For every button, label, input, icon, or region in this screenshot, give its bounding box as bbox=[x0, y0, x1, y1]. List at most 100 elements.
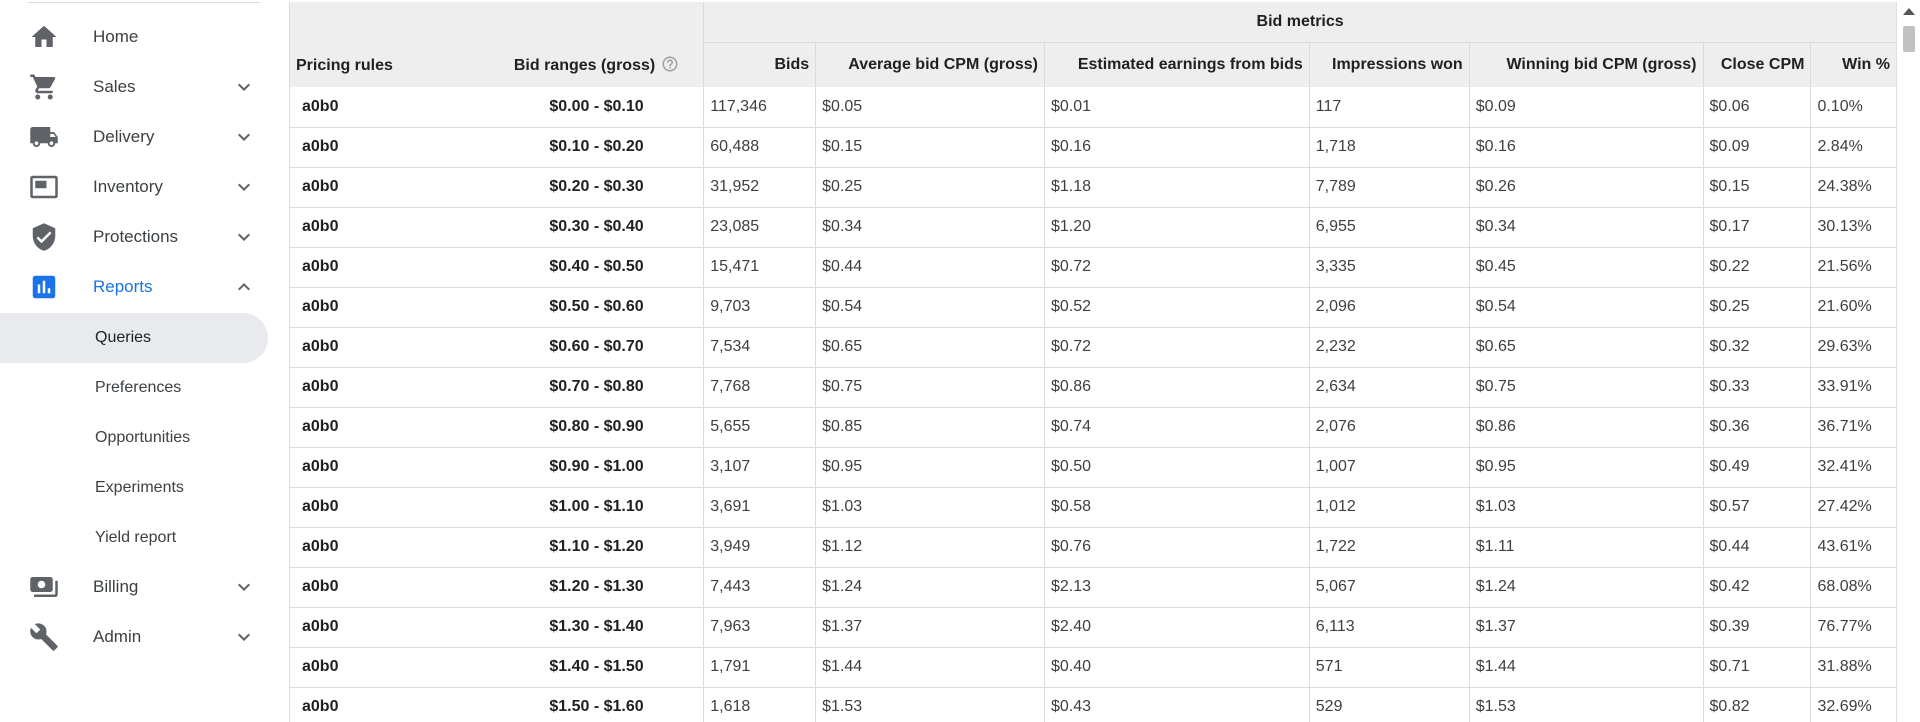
chevron-up-icon[interactable] bbox=[232, 275, 256, 299]
est-earnings-cell: $2.40 bbox=[1043, 607, 1310, 648]
winning-bid-cpm-cell: $1.44 bbox=[1468, 647, 1704, 688]
bids-cell: 60,488 bbox=[703, 127, 816, 168]
bid-ranges-header[interactable]: Bid ranges (gross) bbox=[489, 2, 705, 87]
impressions-won-cell: 2,076 bbox=[1308, 407, 1470, 448]
winning-bid-cpm-cell: $0.09 bbox=[1468, 87, 1704, 128]
est-earnings-cell: $0.43 bbox=[1043, 687, 1310, 722]
bids-cell: 7,443 bbox=[703, 567, 816, 608]
est-earnings-cell: $2.13 bbox=[1043, 567, 1310, 608]
win-pct-cell: 43.61% bbox=[1810, 527, 1896, 568]
close-cpm-cell: $0.09 bbox=[1702, 127, 1811, 168]
pricing-rule-cell: a0b0 bbox=[290, 127, 490, 168]
win-pct-cell: 30.13% bbox=[1810, 207, 1896, 248]
sidebar-item-label: Protections bbox=[93, 227, 179, 246]
sidebar-item-label: Admin bbox=[93, 627, 142, 646]
sidebar-item-home[interactable]: Home bbox=[0, 15, 268, 59]
bid-range-cell: $0.20 - $0.30 bbox=[489, 167, 705, 208]
chevron-down-icon[interactable] bbox=[232, 625, 256, 649]
bids-cell: 1,791 bbox=[703, 647, 816, 688]
bid-metrics-table: Pricing rules Bid ranges (gross) Bid met… bbox=[290, 2, 1896, 722]
billing-icon bbox=[28, 571, 60, 603]
avg-bid-cpm-cell: $0.44 bbox=[815, 247, 1045, 288]
bid-range-cell: $0.60 - $0.70 bbox=[489, 327, 705, 368]
sidebar-item-protections[interactable]: Protections bbox=[0, 215, 268, 259]
bid-range-cell: $0.50 - $0.60 bbox=[489, 287, 705, 328]
table-row: a0b0 $0.50 - $0.60 9,703 $0.54 $0.52 2,096 $0.… bbox=[290, 287, 1896, 328]
sidebar-item-billing[interactable]: Billing bbox=[0, 565, 268, 609]
impressions-won-cell: 3,335 bbox=[1308, 247, 1470, 288]
bids-cell: 9,703 bbox=[703, 287, 816, 328]
impressions-won-cell: 117 bbox=[1308, 87, 1470, 128]
chevron-down-icon[interactable] bbox=[232, 225, 256, 249]
avg-bid-cpm-cell: $0.95 bbox=[815, 447, 1045, 488]
home-icon bbox=[28, 21, 60, 53]
bids-cell: 23,085 bbox=[703, 207, 816, 248]
avg-bid-cpm-cell: $1.24 bbox=[815, 567, 1045, 608]
impressions-won-cell: 2,634 bbox=[1308, 367, 1470, 408]
avg-bid-cpm-cell: $1.03 bbox=[815, 487, 1045, 528]
scrollbar-thumb[interactable] bbox=[1903, 26, 1915, 52]
sidebar-item-admin[interactable]: Admin bbox=[0, 615, 268, 659]
winning-bid-cpm-header[interactable]: Winning bid CPM (gross) bbox=[1468, 42, 1704, 87]
winning-bid-cpm-header-label: Winning bid CPM (gross) bbox=[1506, 55, 1697, 73]
chevron-down-icon[interactable] bbox=[232, 175, 256, 199]
avg-bid-cpm-cell: $0.05 bbox=[815, 87, 1045, 128]
bid-range-cell: $0.80 - $0.90 bbox=[489, 407, 705, 448]
sidebar-item-sales[interactable]: Sales bbox=[0, 65, 268, 109]
impressions-won-header[interactable]: Impressions won bbox=[1308, 42, 1470, 87]
vertical-scrollbar[interactable] bbox=[1896, 2, 1920, 722]
win-pct-cell: 21.56% bbox=[1810, 247, 1896, 288]
win-pct-cell: 27.42% bbox=[1810, 487, 1896, 528]
win-pct-cell: 31.88% bbox=[1810, 647, 1896, 688]
sidebar-item-label: Inventory bbox=[93, 177, 163, 196]
avg-bid-cpm-cell: $0.25 bbox=[815, 167, 1045, 208]
chevron-down-icon[interactable] bbox=[232, 575, 256, 599]
impressions-won-cell: 2,232 bbox=[1308, 327, 1470, 368]
sidebar-item-label: Billing bbox=[93, 577, 139, 596]
cart-icon bbox=[28, 71, 60, 103]
chevron-down-icon[interactable] bbox=[232, 125, 256, 149]
chevron-down-icon[interactable] bbox=[232, 75, 256, 99]
sidebar-item-inventory[interactable]: Inventory bbox=[0, 165, 268, 209]
pricing-rule-cell: a0b0 bbox=[290, 607, 490, 648]
est-earnings-cell: $0.52 bbox=[1043, 287, 1310, 328]
winning-bid-cpm-cell: $0.26 bbox=[1468, 167, 1704, 208]
sidebar-subitem-opportunities[interactable]: Opportunities bbox=[0, 413, 268, 463]
table-row: a0b0 $0.30 - $0.40 23,085 $0.34 $1.20 6,955 $0… bbox=[290, 207, 1896, 248]
sidebar-subitem-yield-report[interactable]: Yield report bbox=[0, 513, 268, 563]
bid-range-cell: $1.20 - $1.30 bbox=[489, 567, 705, 608]
help-icon[interactable] bbox=[661, 55, 679, 73]
close-cpm-cell: $0.44 bbox=[1702, 527, 1811, 568]
bids-header[interactable]: Bids bbox=[703, 42, 816, 87]
sidebar-subitem-experiments[interactable]: Experiments bbox=[0, 463, 268, 513]
sidebar-item-reports[interactable]: Reports bbox=[0, 265, 268, 309]
avg-bid-cpm-cell: $0.54 bbox=[815, 287, 1045, 328]
sidebar-item-delivery[interactable]: Delivery bbox=[0, 115, 268, 159]
est-earnings-cell: $0.86 bbox=[1043, 367, 1310, 408]
table-row: a0b0 $0.80 - $0.90 5,655 $0.85 $0.74 2,076 $0.… bbox=[290, 407, 1896, 448]
pricing-rule-cell: a0b0 bbox=[290, 447, 490, 488]
pricing-rules-header[interactable]: Pricing rules bbox=[290, 2, 490, 87]
sidebar-subitem-label: Queries bbox=[95, 329, 152, 346]
table-row: a0b0 $0.40 - $0.50 15,471 $0.44 $0.72 3,335 $0… bbox=[290, 247, 1896, 288]
close-cpm-header[interactable]: Close CPM bbox=[1702, 42, 1811, 87]
scroll-up-icon[interactable] bbox=[1903, 8, 1915, 15]
truck-icon bbox=[28, 121, 60, 153]
winning-bid-cpm-cell: $0.45 bbox=[1468, 247, 1704, 288]
est-earnings-cell: $1.18 bbox=[1043, 167, 1310, 208]
est-earnings-cell: $0.72 bbox=[1043, 247, 1310, 288]
win-pct-header[interactable]: Win % bbox=[1810, 42, 1896, 87]
pricing-rule-cell: a0b0 bbox=[290, 687, 490, 722]
table-row: a0b0 $0.00 - $0.10 117,346 $0.05 $0.01 117 $0.… bbox=[290, 87, 1896, 128]
winning-bid-cpm-cell: $1.11 bbox=[1468, 527, 1704, 568]
winning-bid-cpm-cell: $0.65 bbox=[1468, 327, 1704, 368]
sidebar-subitem-preferences[interactable]: Preferences bbox=[0, 363, 268, 413]
est-earnings-cell: $1.20 bbox=[1043, 207, 1310, 248]
bids-cell: 7,963 bbox=[703, 607, 816, 648]
table-row: a0b0 $0.60 - $0.70 7,534 $0.65 $0.72 2,232 $0.… bbox=[290, 327, 1896, 368]
wrench-icon bbox=[28, 621, 60, 653]
sidebar-subitem-queries[interactable]: Queries bbox=[0, 313, 268, 363]
est-earnings-header[interactable]: Estimated earnings from bids bbox=[1043, 42, 1310, 87]
est-earnings-cell: $0.01 bbox=[1043, 87, 1310, 128]
avg-bid-cpm-header[interactable]: Average bid CPM (gross) bbox=[815, 42, 1045, 87]
